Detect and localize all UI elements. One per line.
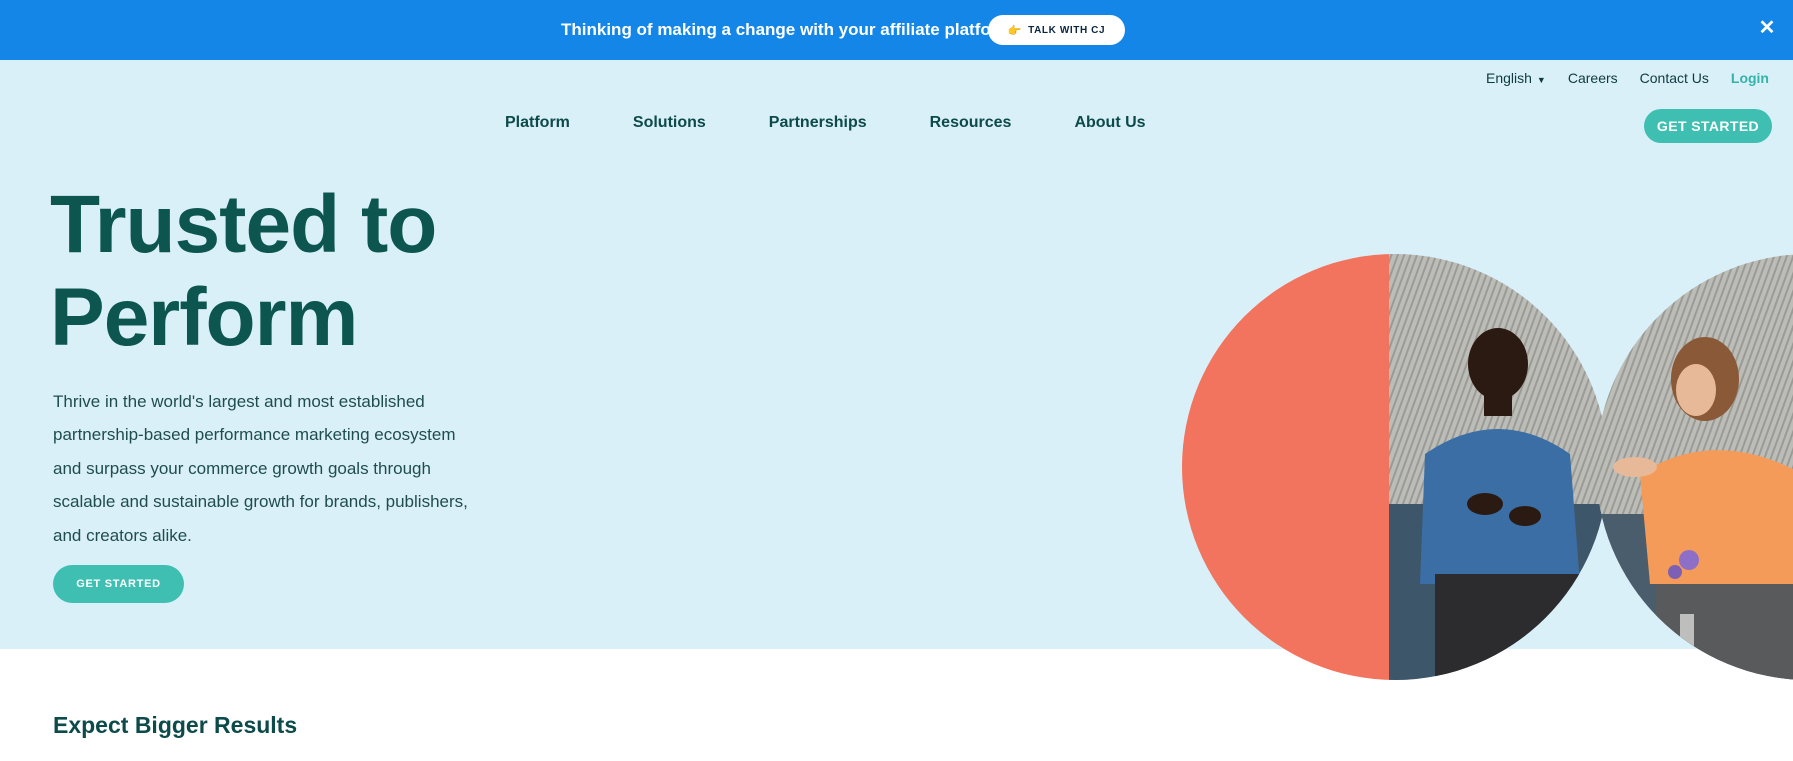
header-get-started-button[interactable]: GET STARTED [1644, 109, 1772, 143]
nav-item-resources[interactable]: Resources [930, 114, 1012, 132]
main-nav: Platform Solutions Partnerships Resource… [505, 114, 1209, 132]
hero-description: Thrive in the world's largest and most e… [53, 392, 468, 545]
nav-item-partnerships[interactable]: Partnerships [769, 114, 867, 132]
language-label: English [1486, 70, 1532, 86]
hero-headline: Trusted to Perform [50, 178, 610, 364]
nav-link-contact-us[interactable]: Contact Us [1640, 70, 1709, 86]
nav-item-platform[interactable]: Platform [505, 114, 570, 132]
talk-with-cj-button[interactable]: 👉 TALK WITH CJ [988, 15, 1125, 45]
utility-nav: English ▼ Careers Contact Us Login [1486, 70, 1769, 86]
nav-item-solutions[interactable]: Solutions [633, 114, 706, 132]
hero-illustration [1182, 254, 1793, 680]
announcement-banner: Thinking of making a change with your af… [0, 0, 1793, 60]
headline-line-2: Perform [50, 272, 358, 363]
nav-item-about-us[interactable]: About Us [1074, 114, 1145, 132]
photo-disk-left [1182, 254, 1608, 680]
section-heading: Expect Bigger Results [53, 712, 298, 738]
banner-message: Thinking of making a change with your af… [561, 20, 1023, 39]
language-selector[interactable]: English ▼ [1486, 70, 1546, 86]
nav-link-careers[interactable]: Careers [1568, 70, 1618, 86]
talk-with-cj-label: TALK WITH CJ [1028, 24, 1106, 36]
caret-down-icon: ▼ [1536, 75, 1546, 85]
close-icon[interactable]: ✕ [1756, 17, 1778, 39]
headline-line-1: Trusted to [50, 179, 437, 270]
hero-get-started-button[interactable]: GET STARTED [53, 565, 184, 603]
coral-half [1182, 254, 1395, 680]
pointing-hand-icon: 👉 [1007, 24, 1023, 37]
photo-disk-right [1596, 254, 1793, 680]
login-link[interactable]: Login [1731, 70, 1769, 86]
